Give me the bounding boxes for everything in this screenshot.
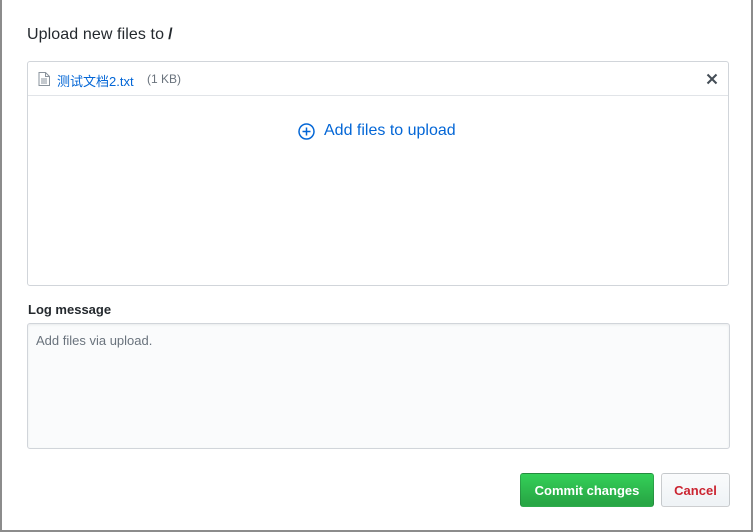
page-title: Upload new files to / [27,26,173,44]
file-icon [38,72,50,86]
cancel-button[interactable]: Cancel [661,473,730,507]
file-drop-zone[interactable]: 测试文档2.txt (1 KB) Add files to upload [27,61,729,286]
heading-path: / [168,26,173,43]
plus-circle-icon [298,123,315,140]
commit-changes-button[interactable]: Commit changes [520,473,654,507]
file-name-link[interactable]: 测试文档2.txt [57,71,134,90]
file-list-item: 测试文档2.txt (1 KB) [28,62,728,96]
log-message-label: Log message [28,302,112,317]
upload-dialog: Upload new files to / 测试文档2.txt (1 KB) A… [0,0,753,532]
close-icon[interactable] [705,72,719,86]
add-files-label: Add files to upload [324,122,456,139]
heading-text: Upload new files to [27,26,165,43]
file-size: (1 KB) [147,72,182,86]
log-message-input[interactable] [27,323,730,449]
